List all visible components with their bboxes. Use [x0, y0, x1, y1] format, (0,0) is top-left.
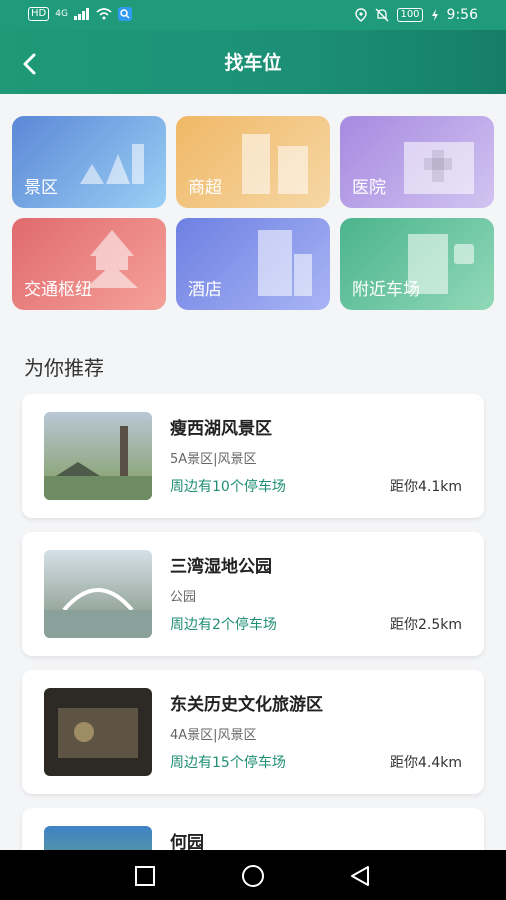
place-type: 公园 [170, 590, 197, 605]
category-mall[interactable]: 商超 [176, 116, 330, 208]
category-label: 商超 [188, 178, 222, 198]
battery-icon: 100 [397, 8, 423, 22]
parking-count: 周边有10个停车场 [170, 479, 286, 495]
triangle-back-icon[interactable] [348, 864, 372, 888]
mute-icon [375, 8, 389, 22]
category-nearby-parking[interactable]: 附近车场 [340, 218, 494, 310]
section-title: 为你推荐 [24, 356, 104, 380]
category-label: 酒店 [188, 280, 222, 300]
category-label: 交通枢纽 [24, 280, 92, 300]
network-badge: HD [28, 7, 50, 21]
place-distance: 距你2.5km [389, 617, 462, 633]
category-scenic[interactable]: 景区 [12, 116, 166, 208]
circle-icon[interactable] [241, 864, 265, 888]
place-name: 东关历史文化旅游区 [170, 695, 323, 715]
status-right: 100 9:56 [355, 7, 478, 23]
status-bar: HD 4G 100 9:56 [0, 0, 506, 30]
place-distance: 距你4.1km [389, 479, 462, 495]
place-thumbnail [44, 412, 152, 500]
place-card[interactable]: 瘦西湖风景区 5A景区|风景区 周边有10个停车场 距你4.1km [22, 394, 484, 518]
parking-count: 周边有2个停车场 [170, 617, 277, 633]
signal-icon [73, 8, 89, 20]
status-left: HD 4G [28, 7, 132, 21]
category-label: 医院 [352, 178, 386, 198]
page-title: 找车位 [224, 52, 282, 74]
place-distance: 距你4.4km [389, 755, 462, 771]
header: 找车位 [0, 30, 506, 94]
location-icon [355, 8, 368, 22]
place-card[interactable]: 东关历史文化旅游区 4A景区|风景区 周边有15个停车场 距你4.4km [22, 670, 484, 794]
mall-deco-icon [242, 134, 308, 194]
category-transport[interactable]: 交通枢纽 [12, 218, 166, 310]
square-icon[interactable] [133, 864, 157, 888]
place-type: 4A景区|风景区 [170, 728, 257, 743]
place-name: 何园 [170, 833, 204, 850]
place-card[interactable]: 三湾湿地公园 公园 周边有2个停车场 距你2.5km [22, 532, 484, 656]
scenic-deco-icon [80, 144, 144, 184]
parking-count: 周边有15个停车场 [170, 755, 286, 771]
place-thumbnail [44, 826, 152, 850]
signal-label: 4G [55, 9, 68, 19]
charging-icon [431, 9, 438, 21]
content: 景区 商超 医院 交通枢纽 酒店 附近车场 为你推荐 瘦西湖风景区 5A景区|风… [0, 94, 506, 850]
place-name: 三湾湿地公园 [170, 557, 272, 577]
hospital-deco-icon [404, 142, 474, 194]
wifi-icon [96, 8, 112, 20]
time: 9:56 [446, 7, 478, 23]
system-navbar [0, 850, 506, 900]
category-label: 附近车场 [352, 280, 420, 300]
place-card[interactable]: 何园 [22, 808, 484, 850]
hotel-deco-icon [258, 230, 312, 296]
place-thumbnail [44, 550, 152, 638]
app-icon [117, 7, 132, 21]
place-thumbnail [44, 688, 152, 776]
place-type: 5A景区|风景区 [170, 452, 257, 467]
category-label: 景区 [24, 178, 58, 198]
category-hospital[interactable]: 医院 [340, 116, 494, 208]
place-name: 瘦西湖风景区 [170, 419, 272, 439]
category-hotel[interactable]: 酒店 [176, 218, 330, 310]
